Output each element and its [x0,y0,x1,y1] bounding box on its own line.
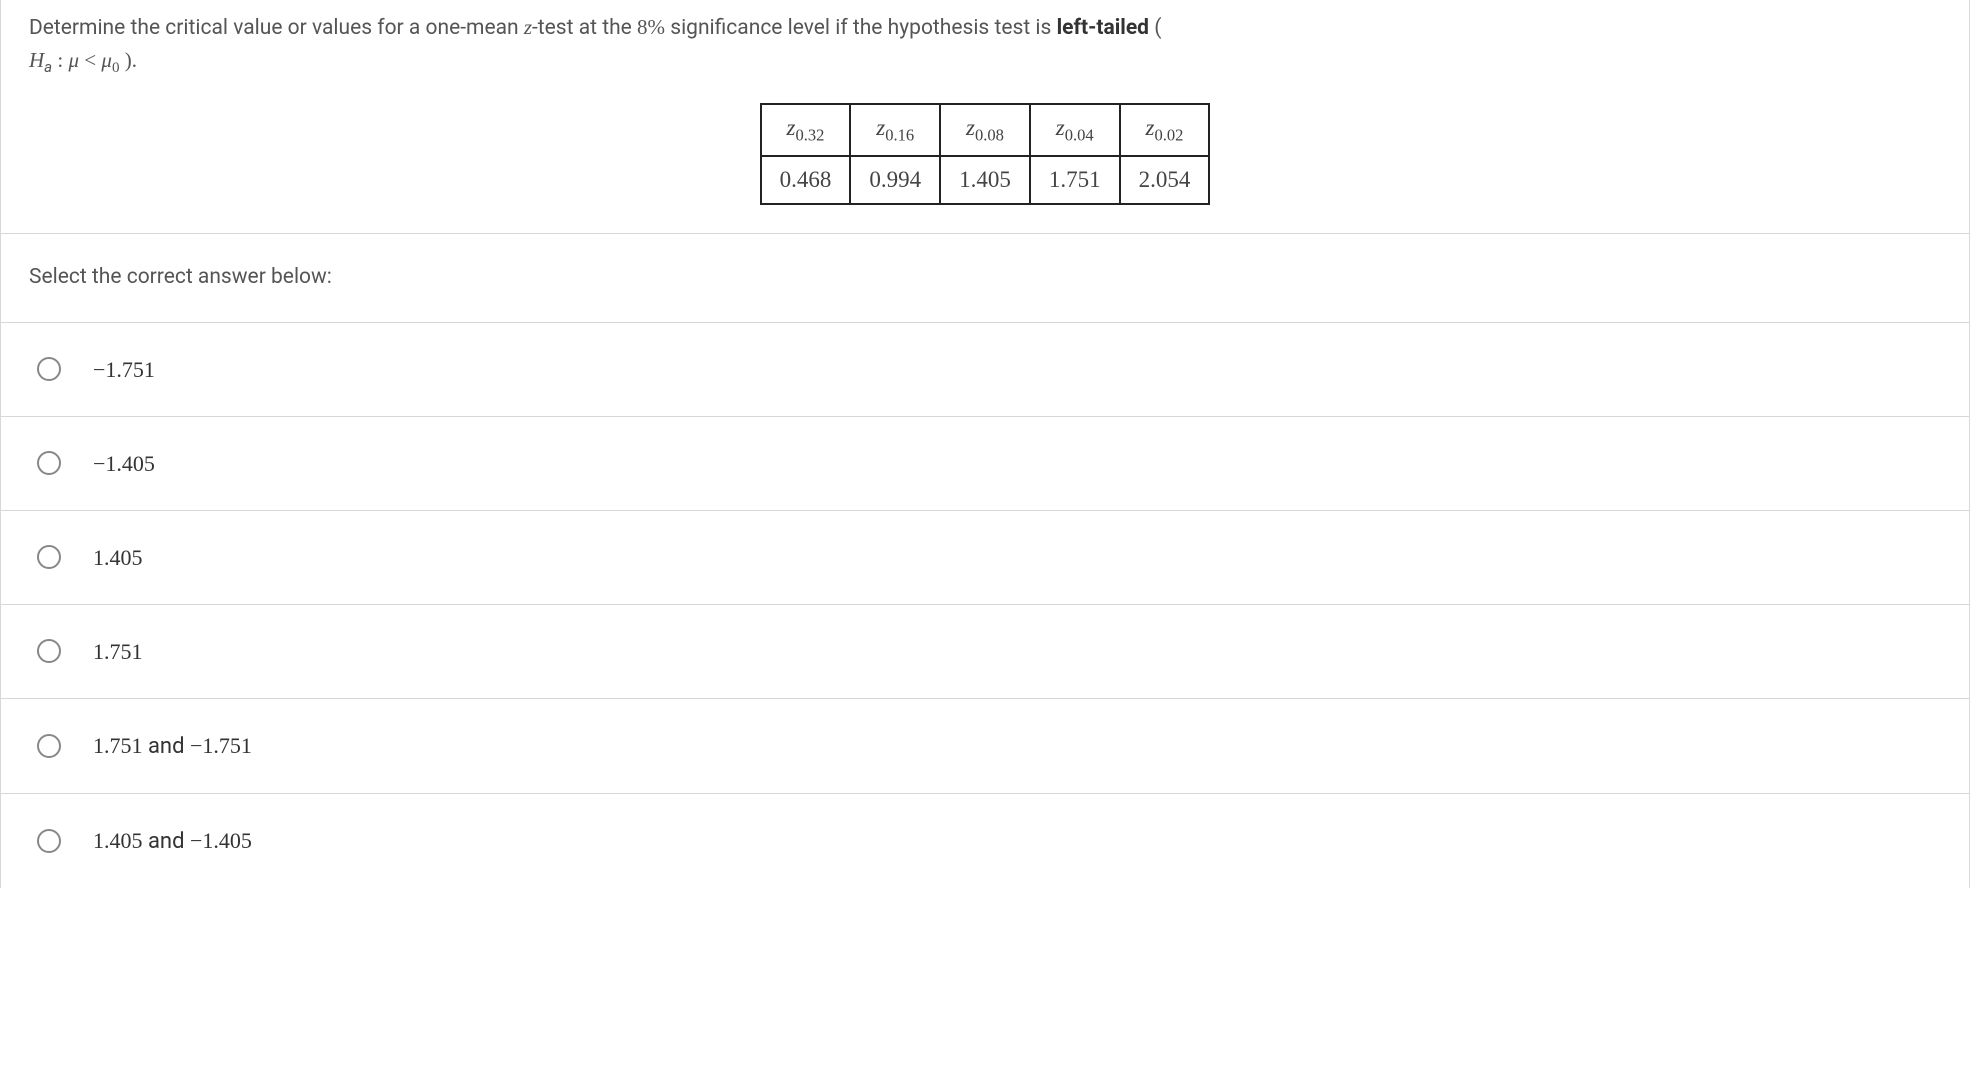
radio-icon[interactable] [37,451,61,475]
z-table-wrap: z0.32 z0.16 z0.08 z0.04 z0.02 0.468 0.99… [29,103,1941,205]
radio-icon[interactable] [37,639,61,663]
z-table-header-row: z0.32 z0.16 z0.08 z0.04 z0.02 [761,104,1210,155]
z-header-cell: z0.02 [1120,104,1210,155]
z-value-cell: 0.468 [761,156,851,205]
option-label: −1.751 [93,353,155,386]
q-mid2: significance level if the hypothesis tes… [665,16,1057,40]
hyp-sub: a [44,58,52,76]
question-container: Determine the critical value or values f… [0,0,1970,888]
tail-label: left-tailed [1057,16,1149,40]
z-header-cell: z0.32 [761,104,851,155]
radio-icon[interactable] [37,357,61,381]
question-text: Determine the critical value or values f… [29,12,1941,79]
mu: μ [69,48,80,72]
option-5[interactable]: 1.751 and −1.751 [0,699,1970,794]
option-1[interactable]: −1.751 [0,323,1970,417]
option-4[interactable]: 1.751 [0,605,1970,699]
mu0-mu: μ [101,48,112,72]
radio-icon[interactable] [37,545,61,569]
z-table-value-row: 0.468 0.994 1.405 1.751 2.054 [761,156,1210,205]
q-prefix: Determine the critical value or values f… [29,16,524,40]
open-paren: ( [1149,16,1161,40]
z-value-cell: 2.054 [1120,156,1210,205]
z-header-cell: z0.04 [1030,104,1120,155]
z-header-cell: z0.16 [850,104,940,155]
question-stem: Determine the critical value or values f… [0,0,1970,234]
lt: < [79,48,101,72]
option-label: 1.405 [93,541,143,574]
close: ). [120,48,138,72]
option-label: 1.751 and −1.751 [93,729,252,763]
colon: : [52,48,68,72]
z-value-cell: 1.751 [1030,156,1120,205]
mu0-sub: 0 [112,60,120,76]
radio-icon[interactable] [37,734,61,758]
option-label: 1.751 [93,635,143,668]
z-value-cell: 0.994 [850,156,940,205]
q-mid1: -test at the [532,16,637,40]
option-label: −1.405 [93,447,155,480]
z-header-cell: z0.08 [940,104,1030,155]
z-symbol: z [524,15,532,39]
option-label: 1.405 and −1.405 [93,824,252,858]
q-pct: 8% [637,15,665,39]
radio-icon[interactable] [37,829,61,853]
option-2[interactable]: −1.405 [0,417,1970,511]
hyp-H: H [29,48,44,72]
prompt-text: Select the correct answer below: [29,265,332,289]
z-value-cell: 1.405 [940,156,1030,205]
option-6[interactable]: 1.405 and −1.405 [0,794,1970,888]
answer-prompt: Select the correct answer below: [0,234,1970,323]
option-3[interactable]: 1.405 [0,511,1970,605]
z-table: z0.32 z0.16 z0.08 z0.04 z0.02 0.468 0.99… [760,103,1211,205]
